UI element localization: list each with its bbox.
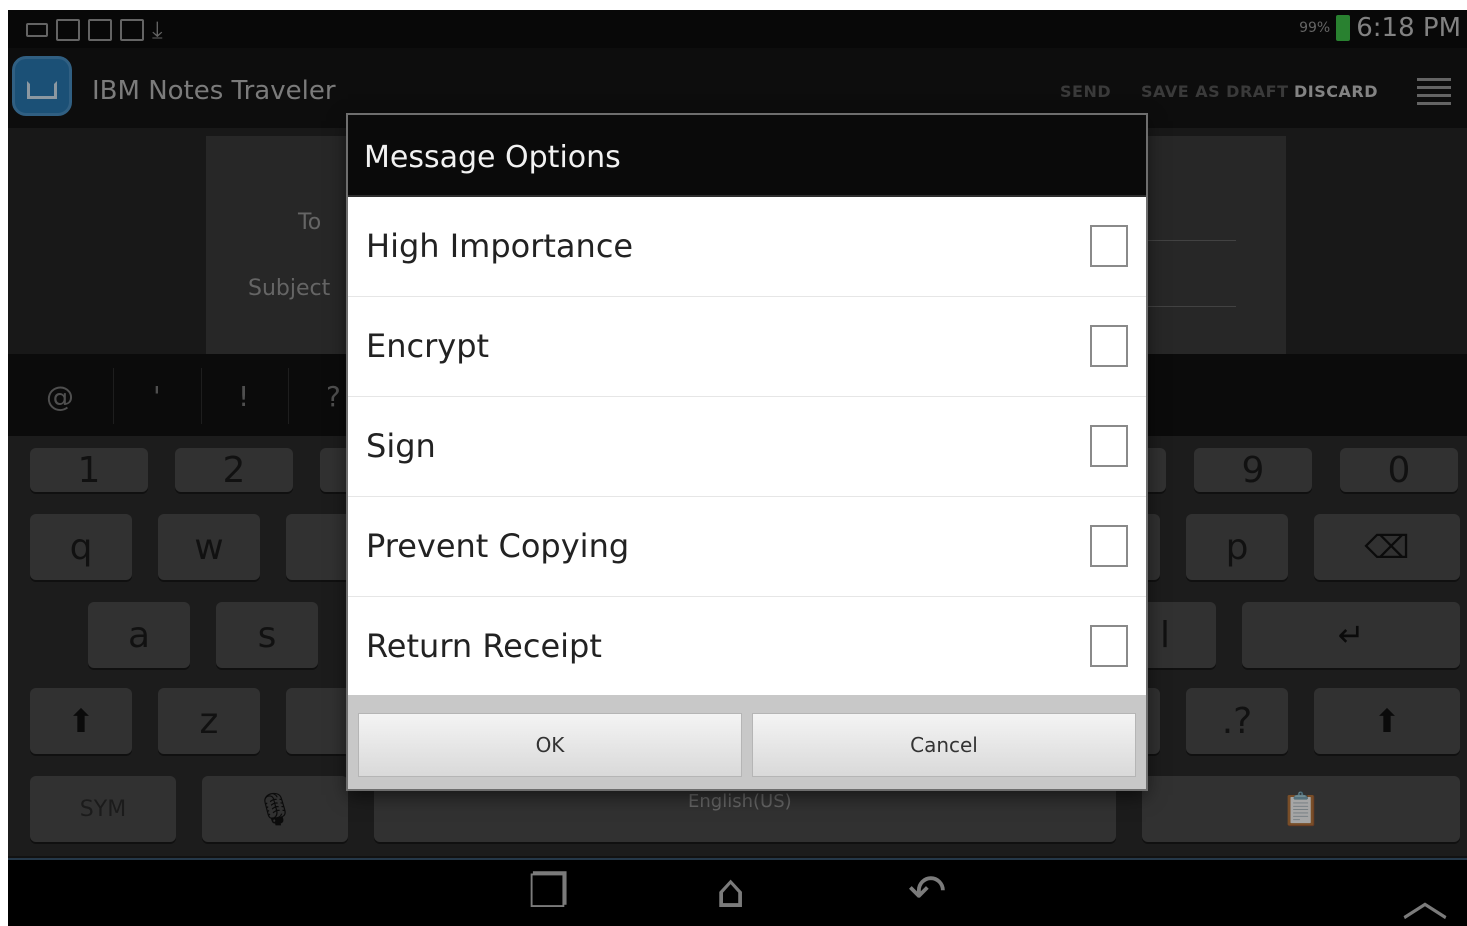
- message-options-dialog: Message Options High Importance Encrypt …: [348, 115, 1146, 789]
- dialog-footer: OK Cancel: [348, 695, 1146, 789]
- option-high-importance[interactable]: High Importance: [348, 197, 1146, 298]
- option-label: High Importance: [366, 227, 634, 265]
- option-label: Encrypt: [366, 327, 490, 365]
- option-prevent-copying[interactable]: Prevent Copying: [348, 497, 1146, 598]
- high-importance-checkbox[interactable]: [1090, 225, 1128, 267]
- encrypt-checkbox[interactable]: [1090, 325, 1128, 367]
- option-return-receipt[interactable]: Return Receipt: [348, 597, 1146, 696]
- option-label: Sign: [366, 427, 436, 465]
- sign-checkbox[interactable]: [1090, 425, 1128, 467]
- dialog-header: Message Options: [348, 115, 1146, 197]
- option-label: Prevent Copying: [366, 527, 630, 565]
- option-label: Return Receipt: [366, 627, 602, 665]
- option-encrypt[interactable]: Encrypt: [348, 297, 1146, 398]
- ok-button[interactable]: OK: [358, 713, 742, 777]
- dialog-title: Message Options: [364, 140, 621, 175]
- device-screen: ⤓ 99% 6:18 PM IBM Notes Traveler SEND SA…: [8, 10, 1467, 926]
- return-receipt-checkbox[interactable]: [1090, 625, 1128, 667]
- cancel-button[interactable]: Cancel: [752, 713, 1136, 777]
- option-sign[interactable]: Sign: [348, 397, 1146, 498]
- prevent-copying-checkbox[interactable]: [1090, 525, 1128, 567]
